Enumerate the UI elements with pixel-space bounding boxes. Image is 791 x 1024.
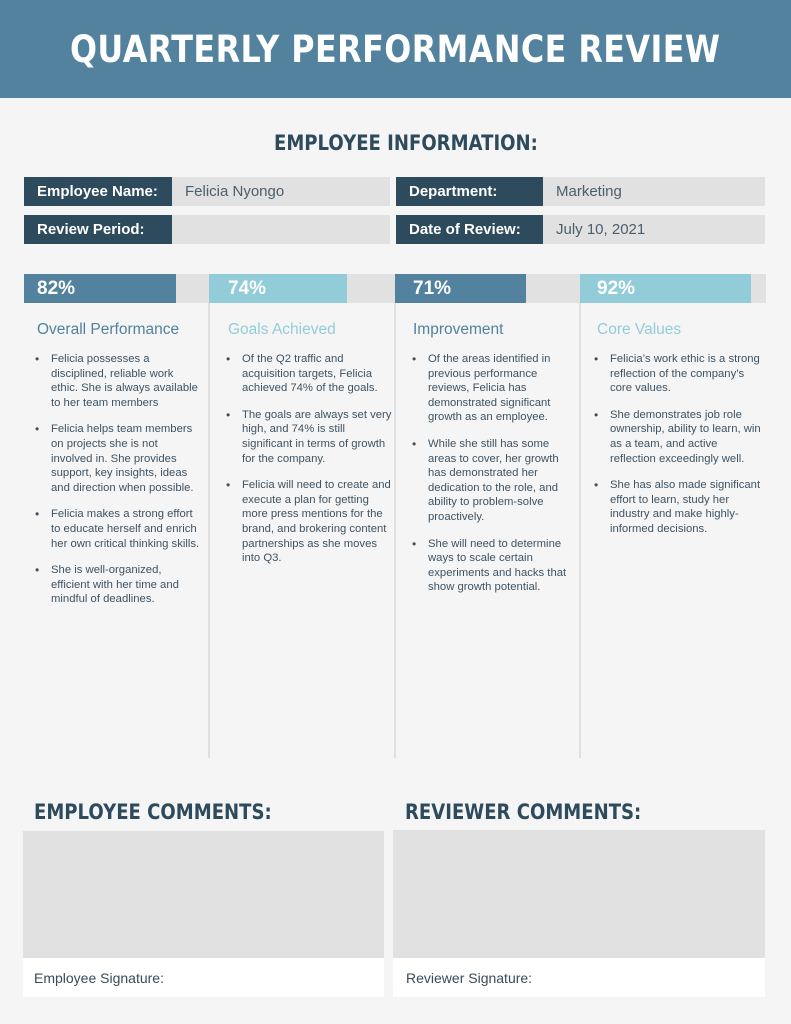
progress-track: 82% xyxy=(24,274,209,303)
header-banner: QUARTERLY PERFORMANCE REVIEW xyxy=(0,0,791,98)
bullet-list: Of the Q2 traffic and acquisition target… xyxy=(220,352,392,578)
bullet-item: Felicia possesses a disciplined, reliabl… xyxy=(29,352,201,410)
progress-track: 92% xyxy=(580,274,766,303)
department-label: Department: xyxy=(396,177,543,206)
bullet-item: Felicia will need to create and execute … xyxy=(220,478,392,566)
metric-title: Goals Achieved xyxy=(228,321,336,338)
column-divider xyxy=(394,303,396,758)
reviewer-comments-title: REVIEWER COMMENTS: xyxy=(405,800,642,824)
bullet-list: Of the areas identified in previous perf… xyxy=(406,352,578,607)
employee-name-field[interactable]: Felicia Nyongo xyxy=(172,177,390,206)
department-row: Department: Marketing xyxy=(396,177,765,206)
percent-label: 74% xyxy=(228,277,267,299)
percent-label: 71% xyxy=(413,277,452,299)
progress-fill: 74% xyxy=(209,274,347,303)
reviewer-comments-input[interactable] xyxy=(393,830,765,958)
review-period-field[interactable] xyxy=(172,215,390,244)
page-title: QUARTERLY PERFORMANCE REVIEW xyxy=(70,27,721,71)
metric-title: Improvement xyxy=(413,321,504,338)
bullet-item: While she still has some areas to cover,… xyxy=(406,437,578,525)
bullet-list: Felicia possesses a disciplined, reliabl… xyxy=(29,352,201,619)
progress-fill: 71% xyxy=(395,274,527,303)
department-field[interactable]: Marketing xyxy=(543,177,765,206)
metric-title: Core Values xyxy=(597,321,682,338)
bullet-item: She has also made significant effort to … xyxy=(588,478,766,536)
employee-signature-field[interactable]: Employee Signature: xyxy=(23,958,384,997)
column-divider xyxy=(208,303,210,758)
bullet-item: She demonstrates job role ownership, abi… xyxy=(588,408,766,466)
bullet-item: The goals are always set very high, and … xyxy=(220,408,392,466)
employee-name-row: Employee Name: Felicia Nyongo xyxy=(24,177,390,206)
bullet-item: Felicia’s work ethic is a strong reflect… xyxy=(588,352,766,396)
employee-info-title: EMPLOYEE INFORMATION: xyxy=(274,131,538,155)
percent-label: 82% xyxy=(37,277,76,299)
progress-track: 74% xyxy=(209,274,395,303)
employee-name-label: Employee Name: xyxy=(24,177,172,206)
date-of-review-label: Date of Review: xyxy=(396,215,543,244)
progress-fill: 82% xyxy=(24,274,176,303)
bullet-item: Of the Q2 traffic and acquisition target… xyxy=(220,352,392,396)
percent-label: 92% xyxy=(597,277,636,299)
reviewer-signature-field[interactable]: Reviewer Signature: xyxy=(393,958,765,997)
date-of-review-field[interactable]: July 10, 2021 xyxy=(543,215,765,244)
bullet-list: Felicia’s work ethic is a strong reflect… xyxy=(588,352,766,549)
employee-signature-label: Employee Signature: xyxy=(34,969,164,986)
column-divider xyxy=(579,303,581,758)
employee-comments-input[interactable] xyxy=(23,831,384,958)
bullet-item: Of the areas identified in previous perf… xyxy=(406,352,578,425)
bullet-item: Felicia makes a strong effort to educate… xyxy=(29,507,201,551)
metric-title: Overall Performance xyxy=(37,321,180,338)
progress-track: 71% xyxy=(395,274,580,303)
bullet-item: She will need to determine ways to scale… xyxy=(406,537,578,595)
reviewer-signature-label: Reviewer Signature: xyxy=(406,969,533,986)
review-period-row: Review Period: xyxy=(24,215,390,244)
progress-fill: 92% xyxy=(580,274,752,303)
bullet-item: She is well-organized, efficient with he… xyxy=(29,563,201,607)
employee-comments-title: EMPLOYEE COMMENTS: xyxy=(34,800,272,824)
bullet-item: Felicia helps team members on projects s… xyxy=(29,422,201,495)
review-period-label: Review Period: xyxy=(24,215,172,244)
date-of-review-row: Date of Review: July 10, 2021 xyxy=(396,215,765,244)
